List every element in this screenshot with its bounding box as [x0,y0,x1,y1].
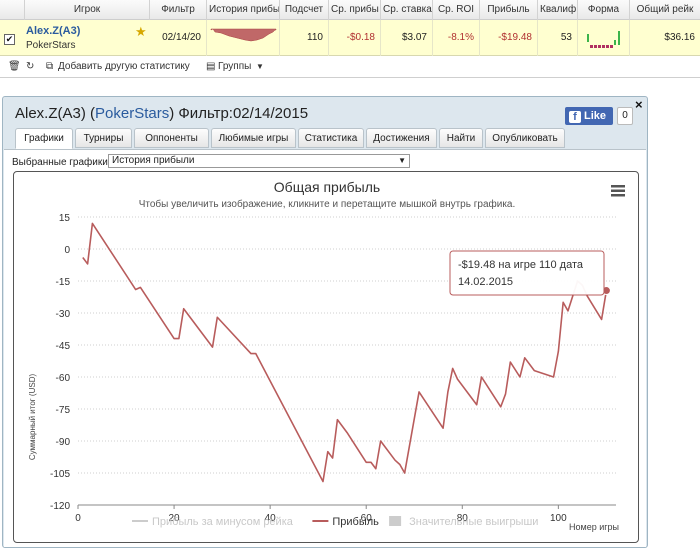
cell-avg-profit: -$0.18 [329,20,381,56]
y-tick-label: -45 [56,341,71,352]
y-tick-label: -60 [56,373,71,384]
tooltip-line: 14.02.2015 [458,276,513,288]
trash-icon[interactable]: 🗑 [8,57,21,77]
cell-filter: 02/14/20 [150,20,207,56]
y-tick-label: -75 [56,405,71,416]
groups-menu[interactable]: Группы [218,57,251,77]
star-icon[interactable]: ★ [135,24,147,40]
y-tick-label: 15 [59,213,71,224]
header-profit-history[interactable]: История прибыл [207,0,280,20]
tab-search[interactable]: Найти [439,128,483,148]
header-form[interactable]: Форма [578,0,630,20]
header-profit[interactable]: Прибыль [480,0,538,20]
player-popup: Alex.Z(A3) (PokerStars) Фильтр:02/14/201… [2,96,648,548]
chevron-down-icon[interactable]: ▼ [256,57,264,77]
selected-charts-label: Выбранные графики: [12,157,111,168]
tab-content: Выбранные графики: История прибыли ▼ 15 0… [4,149,646,547]
profit-chart[interactable]: 15 0 -15 -30 -45 -60 -75 -90 -105 -120 0 20 40 60 80 10… [13,171,639,543]
chevron-down-icon: ▼ [398,156,406,165]
tab-achievements[interactable]: Достижения [366,128,437,148]
y-axis-title: Суммарный итог (USD) [28,374,37,461]
cell-total-rake: $36.16 [664,32,695,43]
cell-count: 110 [280,20,329,56]
chart-select[interactable]: История прибыли ▼ [108,154,410,168]
title-site-link[interactable]: PokerStars [95,105,169,122]
legend-item: Прибыль [332,516,379,528]
header-select[interactable] [0,0,25,20]
y-tick-label: -90 [56,437,71,448]
facebook-icon: f [569,111,581,123]
cell-avg-stake: $3.07 [381,20,433,56]
table-header: Игрок Фильтр История прибыл Подсчет Ср. … [0,0,700,20]
cell-form [578,20,630,56]
add-stats-icon: ⧉ [46,61,54,72]
x-tick-label: 0 [75,513,81,524]
tab-opponents[interactable]: Оппоненты [134,128,209,148]
x-tick-label: 100 [550,513,567,524]
chart-legend: Прибыль за минусом рейка Прибыль Значитель… [132,516,538,528]
header-avg-roi[interactable]: Ср. ROI [433,0,480,20]
header-avg-stake[interactable]: Ср. ставка [381,0,433,20]
y-tick-label: -120 [50,501,70,512]
groups-icon: ▤ [206,61,216,72]
cell-profit-history [207,20,280,56]
legend-item: Значительные выигрыши [409,516,538,528]
title-player: Alex.Z(A3) [15,105,86,122]
chart-subtitle: Чтобы увеличить изображение, кликните и … [139,198,516,210]
header-count[interactable]: Подсчет [280,0,329,20]
header-total-rake[interactable]: Общий рейк [630,0,700,20]
close-icon[interactable]: × [635,97,643,112]
add-stats-link[interactable]: Добавить другую статистику [58,57,190,77]
title-filter: Фильтр:02/14/2015 [178,105,309,122]
tab-favorite-games[interactable]: Любимые игры [211,128,296,148]
y-tick-label: -15 [56,277,71,288]
facebook-like-button[interactable]: f Like [565,107,613,125]
tooltip-box [449,250,605,296]
table-toolbar: 🗑 ↻ ⧉ Добавить другую статистику ▤ Групп… [0,57,700,77]
popup-title: Alex.Z(A3) (PokerStars) Фильтр:02/14/201… [15,105,309,122]
table-row[interactable]: ✔ Alex.Z(A3) PokerStars ★ 02/14/20 110 -… [0,20,700,56]
row-checkbox[interactable]: ✔ [4,34,15,45]
tab-statistics[interactable]: Статистика [298,128,364,148]
sparkline-profit-history [210,28,277,42]
legend-item: Прибыль за минусом рейка [152,516,294,528]
stats-table: Игрок Фильтр История прибыл Подсчет Ср. … [0,0,700,78]
legend-swatch [389,516,402,526]
refresh-icon[interactable]: ↻ [26,57,34,77]
cell-profit: -$19.48 [480,20,538,56]
y-tick-label: -30 [56,309,71,320]
cell-qual: 53 [538,20,578,56]
form-icon [587,31,620,48]
header-avg-profit[interactable]: Ср. прибы [329,0,381,20]
tooltip-line: -$19.48 на игре 110 дата [458,259,584,271]
profit-chart-svg[interactable]: 150-15-30-45-60-75-90-105-1200 20 40 60 80 10… [14,172,639,543]
header-player[interactable]: Игрок [25,0,150,20]
x-axis-title: Номер игры [569,522,619,532]
facebook-like-label: Like [584,110,607,122]
y-tick-label: 0 [64,245,70,256]
chart-select-value: История прибыли [112,155,195,166]
chart-title: Общая прибыль [274,179,380,195]
facebook-like-count: 0 [617,107,633,125]
menu-icon[interactable] [611,185,625,197]
header-filter[interactable]: Фильтр [150,0,207,20]
tab-charts[interactable]: Графики [15,128,73,149]
tab-publish[interactable]: Опубликовать [485,128,565,148]
tab-tournaments[interactable]: Турниры [75,128,132,148]
player-site: PokerStars [26,40,76,51]
y-tick-label: -105 [50,469,70,480]
cell-avg-roi: -8.1% [433,20,480,56]
header-qual[interactable]: Квалиф [538,0,578,20]
chart-tooltip: -$19.48 на игре 110 дата 14.02.2015 [449,250,611,296]
player-name[interactable]: Alex.Z(A3) [26,25,80,37]
